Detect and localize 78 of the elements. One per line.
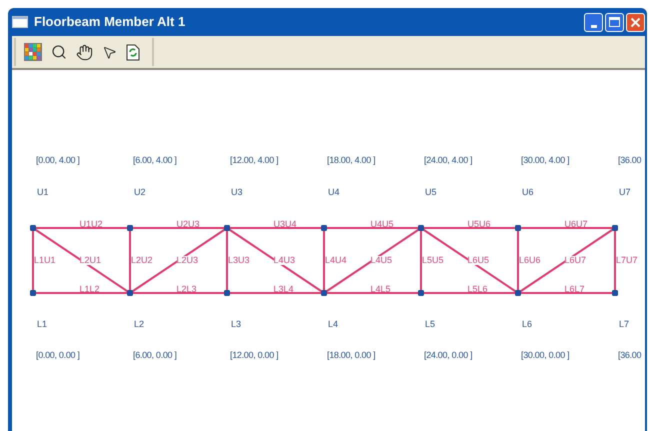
joint-marker	[321, 225, 327, 231]
member-label: U4U5	[370, 220, 394, 229]
joint-marker	[612, 225, 618, 231]
joint-marker	[418, 290, 424, 296]
node-label: U3	[231, 188, 243, 197]
member-label: U1U2	[80, 220, 103, 229]
coordinate-label: [30.00, 4.00 ]	[521, 156, 570, 165]
coordinate-label: [36.00	[618, 351, 642, 360]
member-label: U6U7	[564, 220, 588, 229]
node-label: L7	[619, 320, 630, 329]
joint-marker	[418, 225, 424, 231]
coordinate-label: [30.00, 0.00 ]	[521, 351, 570, 360]
node-label: U6	[522, 188, 534, 197]
node-label: U5	[425, 188, 437, 197]
coordinate-label: [24.00, 4.00 ]	[424, 156, 472, 165]
member-label: L2U3	[176, 256, 198, 264]
node-label: L2	[134, 320, 144, 329]
joint-marker	[612, 290, 618, 296]
member-label: U2U3	[176, 220, 200, 229]
node-label: L1	[37, 320, 48, 329]
member-label: L4U4	[325, 256, 347, 264]
node-label: U2	[134, 188, 146, 197]
window-title: Floorbeam Member Alt 1	[34, 13, 186, 32]
joint-marker	[224, 290, 230, 296]
coordinate-label: [12.00, 4.00 ]	[230, 156, 278, 165]
pointer-icon[interactable]	[102, 44, 117, 60]
coordinate-label: [18.00, 0.00 ]	[327, 351, 376, 360]
node-label: U4	[328, 188, 340, 197]
coordinate-label: [0.00, 0.00 ]	[36, 351, 80, 360]
member-label: L6U6	[519, 256, 541, 264]
joint-marker	[515, 290, 521, 296]
joint-marker	[515, 225, 521, 231]
member-label: L6U5	[468, 256, 490, 264]
node-label: U1	[37, 188, 49, 197]
member-label: L2U2	[131, 256, 153, 264]
member-label: L1L2	[80, 285, 100, 294]
member-label: U5U6	[468, 220, 491, 229]
joint-marker	[321, 290, 327, 296]
maximize-button[interactable]	[605, 12, 624, 32]
member-label: L4U5	[370, 256, 392, 264]
joint-marker	[30, 290, 36, 296]
member-label: L3L4	[274, 285, 294, 294]
member-label: L5U5	[422, 256, 444, 264]
search-icon[interactable]	[51, 44, 67, 60]
member-label: L2L3	[176, 285, 197, 294]
close-icon	[630, 16, 641, 28]
joint-marker	[30, 225, 36, 231]
minimize-button[interactable]	[584, 12, 603, 32]
member-label: L7U7	[616, 256, 638, 264]
node-label: L5	[425, 320, 436, 329]
member-label: L2U1	[80, 256, 102, 264]
node-label: L3	[231, 320, 242, 329]
coordinate-label: [18.00, 4.00 ]	[327, 156, 376, 165]
node-label: U7	[619, 188, 631, 197]
refresh-document-icon[interactable]	[126, 44, 140, 60]
coordinate-label: [24.00, 0.00 ]	[424, 351, 472, 360]
coordinate-label: [12.00, 0.00 ]	[230, 351, 278, 360]
coordinate-label: [0.00, 4.00 ]	[36, 156, 80, 165]
member-label: L3U3	[228, 256, 250, 264]
color-palette-icon[interactable]	[24, 43, 42, 61]
member-label: L5L6	[468, 285, 488, 294]
member-label: L1U1	[34, 256, 56, 264]
member-label: L6U7	[564, 256, 586, 264]
joint-marker	[127, 290, 133, 296]
hand-icon[interactable]	[76, 44, 93, 60]
node-label: L4	[328, 320, 338, 329]
member-label: L4U3	[274, 256, 296, 264]
member-label: U3U4	[274, 220, 297, 229]
coordinate-label: [36.00	[618, 156, 642, 165]
joint-marker	[224, 225, 230, 231]
joint-marker	[127, 225, 133, 231]
coordinate-label: [6.00, 0.00 ]	[133, 351, 177, 360]
node-label: L6	[522, 320, 532, 329]
coordinate-label: [6.00, 4.00 ]	[133, 156, 177, 165]
member-label: L6L7	[564, 285, 585, 294]
close-button[interactable]	[626, 12, 645, 32]
member-label: L4L5	[370, 285, 391, 294]
window-icon	[12, 16, 28, 28]
